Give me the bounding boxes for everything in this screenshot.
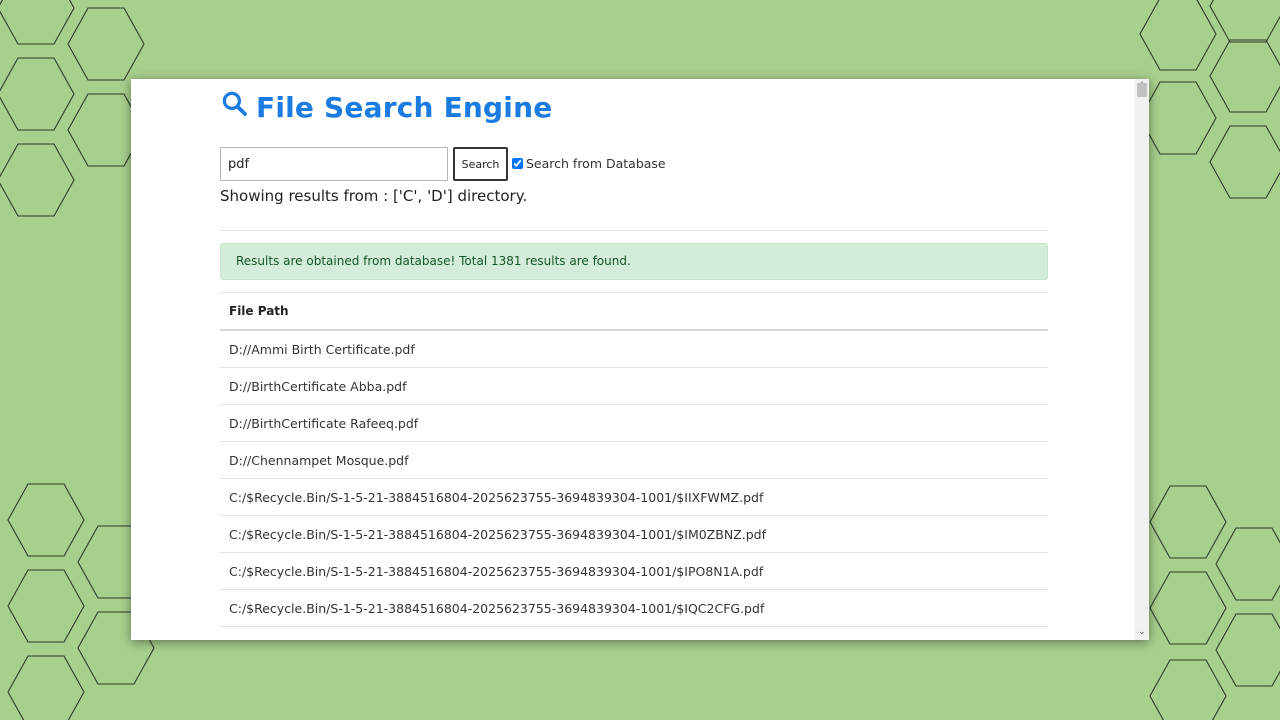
search-form: Search Search from Database xyxy=(220,147,666,181)
file-path-cell[interactable]: D://Ammi Birth Certificate.pdf xyxy=(220,330,1048,368)
search-database-toggle[interactable]: Search from Database xyxy=(512,156,666,171)
column-header-file-path: File Path xyxy=(220,292,1048,331)
file-path-cell[interactable]: D://BirthCertificate Rafeeq.pdf xyxy=(220,404,1048,442)
results-alert: Results are obtained from database! Tota… xyxy=(220,243,1048,280)
table-row[interactable]: D://Chennampet Mosque.pdf xyxy=(220,441,1048,479)
scroll-down-arrow-icon[interactable]: ⌄ xyxy=(1138,628,1146,637)
file-path-cell[interactable]: C:/$Recycle.Bin/S-1-5-21-3884516804-2025… xyxy=(220,478,1048,516)
browser-window: File Search Engine Search Search from Da… xyxy=(131,79,1149,640)
results-source-text: Showing results from : ['C', 'D'] direct… xyxy=(220,187,528,205)
divider xyxy=(220,230,1048,231)
table-header-row: File Path xyxy=(220,292,1048,331)
search-database-checkbox[interactable] xyxy=(512,157,523,169)
page-header: File Search Engine xyxy=(220,87,552,127)
table-row[interactable]: C:/$Recycle.Bin/S-1-5-21-3884516804-2025… xyxy=(220,515,1048,553)
file-path-cell[interactable]: D://Chennampet Mosque.pdf xyxy=(220,441,1048,479)
table-row[interactable]: D://BirthCertificate Rafeeq.pdf xyxy=(220,404,1048,442)
file-path-cell[interactable]: D://BirthCertificate Abba.pdf xyxy=(220,367,1048,405)
file-path-cell[interactable]: C:/$Recycle.Bin/S-1-5-21-3884516804-2025… xyxy=(220,589,1048,627)
table-row[interactable]: C:/$Recycle.Bin/S-1-5-21-3884516804-2025… xyxy=(220,552,1048,590)
scrollbar-thumb[interactable] xyxy=(1137,83,1147,97)
results-table: File Path D://Ammi Birth Certificate.pdf… xyxy=(220,292,1048,627)
search-button[interactable]: Search xyxy=(453,147,508,181)
search-input[interactable] xyxy=(220,147,448,181)
search-icon xyxy=(222,91,247,116)
file-path-cell[interactable]: C:/$Recycle.Bin/S-1-5-21-3884516804-2025… xyxy=(220,515,1048,553)
file-path-cell[interactable]: C:/$Recycle.Bin/S-1-5-21-3884516804-2025… xyxy=(220,552,1048,590)
page-title: File Search Engine xyxy=(256,90,553,124)
table-row[interactable]: D://Ammi Birth Certificate.pdf xyxy=(220,330,1048,368)
table-row[interactable]: D://BirthCertificate Abba.pdf xyxy=(220,367,1048,405)
table-row[interactable]: C:/$Recycle.Bin/S-1-5-21-3884516804-2025… xyxy=(220,589,1048,627)
table-row[interactable]: C:/$Recycle.Bin/S-1-5-21-3884516804-2025… xyxy=(220,478,1048,516)
search-database-label: Search from Database xyxy=(526,155,666,171)
vertical-scrollbar[interactable]: ⌄ xyxy=(1135,79,1149,640)
